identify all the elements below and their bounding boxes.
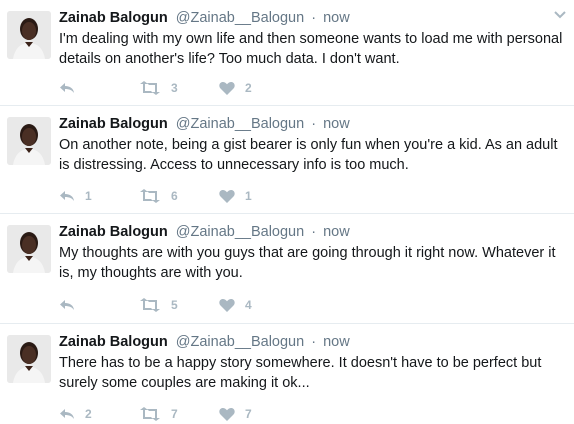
display-name[interactable]: Zainab Balogun (59, 334, 168, 350)
retweet-icon (140, 407, 160, 421)
separator: · (311, 334, 317, 350)
heart-icon (219, 298, 235, 312)
reply-button[interactable]: 2 (59, 404, 139, 424)
avatar-image (7, 117, 51, 165)
reply-count: 1 (85, 189, 92, 203)
separator: · (311, 116, 317, 132)
timestamp[interactable]: now (323, 10, 350, 26)
avatar[interactable] (7, 335, 51, 383)
tweet-actions: 3 2 (59, 78, 299, 98)
timestamp[interactable]: now (323, 116, 350, 132)
heart-icon (219, 81, 235, 95)
user-handle[interactable]: @Zainab__Balogun (176, 116, 304, 132)
tweet-feed: Zainab Balogun @Zainab__Balogun · now I'… (0, 0, 574, 424)
reply-icon (60, 300, 74, 310)
heart-icon (219, 189, 235, 203)
retweet-icon (140, 81, 160, 95)
avatar-image (7, 11, 51, 59)
reply-button[interactable] (59, 78, 139, 98)
display-name[interactable]: Zainab Balogun (59, 224, 168, 240)
separator: · (311, 10, 317, 26)
retweet-icon (140, 189, 160, 203)
tweet-text: On another note, being a gist bearer is … (59, 137, 558, 173)
tweet-actions: 1 6 1 (59, 186, 299, 206)
avatar[interactable] (7, 117, 51, 165)
reply-button[interactable]: 1 (59, 186, 139, 206)
retweet-button[interactable]: 6 (139, 186, 219, 206)
tweet-actions: 5 4 (59, 295, 299, 315)
user-handle[interactable]: @Zainab__Balogun (176, 224, 304, 240)
retweet-button[interactable]: 5 (139, 295, 219, 315)
tweet[interactable]: Zainab Balogun @Zainab__Balogun · now On… (0, 106, 574, 214)
user-handle[interactable]: @Zainab__Balogun (176, 10, 304, 26)
display-name[interactable]: Zainab Balogun (59, 116, 168, 132)
display-name[interactable]: Zainab Balogun (59, 10, 168, 26)
reply-count: 2 (85, 407, 92, 421)
retweet-button[interactable]: 7 (139, 404, 219, 424)
retweet-count: 5 (171, 298, 178, 312)
user-handle[interactable]: @Zainab__Balogun (176, 334, 304, 350)
heart-icon (219, 407, 235, 421)
retweet-count: 7 (171, 407, 178, 421)
like-count: 4 (245, 298, 252, 312)
tweet[interactable]: Zainab Balogun @Zainab__Balogun · now Th… (0, 324, 574, 424)
tweet-text: I'm dealing with my own life and then so… (59, 31, 563, 67)
like-count: 7 (245, 407, 252, 421)
avatar[interactable] (7, 11, 51, 59)
like-button[interactable]: 4 (219, 295, 299, 315)
retweet-count: 3 (171, 81, 178, 95)
chevron-down-icon[interactable] (554, 10, 566, 20)
retweet-button[interactable]: 3 (139, 78, 219, 98)
tweet-actions: 2 7 7 (59, 404, 299, 424)
tweet[interactable]: Zainab Balogun @Zainab__Balogun · now I'… (0, 0, 574, 106)
timestamp[interactable]: now (323, 334, 350, 350)
like-button[interactable]: 2 (219, 78, 299, 98)
tweet-header: Zainab Balogun @Zainab__Balogun · now (59, 8, 350, 28)
tweet[interactable]: Zainab Balogun @Zainab__Balogun · now My… (0, 214, 574, 324)
avatar-image (7, 335, 51, 383)
reply-icon (60, 409, 74, 419)
reply-button[interactable] (59, 295, 139, 315)
retweet-icon (140, 298, 160, 312)
retweet-count: 6 (171, 189, 178, 203)
tweet-header: Zainab Balogun @Zainab__Balogun · now (59, 332, 350, 352)
avatar-image (7, 225, 51, 273)
like-button[interactable]: 7 (219, 404, 299, 424)
timestamp[interactable]: now (323, 224, 350, 240)
avatar[interactable] (7, 225, 51, 273)
like-count: 2 (245, 81, 252, 95)
like-button[interactable]: 1 (219, 186, 299, 206)
reply-icon (60, 191, 74, 201)
tweet-text: My thoughts are with you guys that are g… (59, 245, 556, 281)
like-count: 1 (245, 189, 252, 203)
separator: · (311, 224, 317, 240)
reply-icon (60, 83, 74, 93)
tweet-header: Zainab Balogun @Zainab__Balogun · now (59, 222, 350, 242)
tweet-text: There has to be a happy story somewhere.… (59, 355, 542, 391)
tweet-header: Zainab Balogun @Zainab__Balogun · now (59, 114, 350, 134)
